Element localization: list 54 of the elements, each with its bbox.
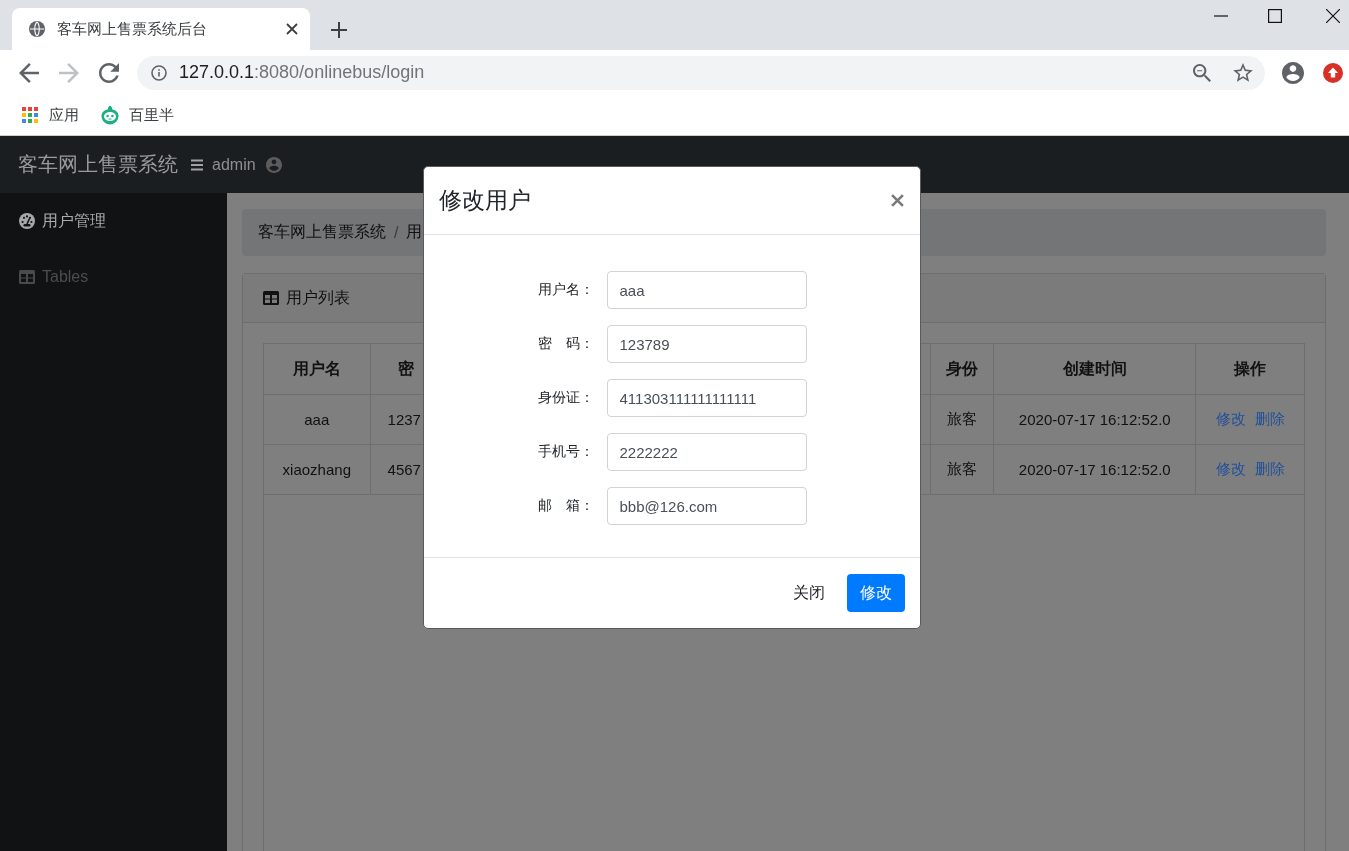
gauge-icon: [19, 213, 35, 229]
arrow-circle-icon[interactable]: [1323, 62, 1343, 83]
close-icon: [891, 194, 904, 207]
input-field[interactable]: bbb@126.com: [606, 487, 807, 525]
table-icon: [263, 291, 279, 305]
zoom-out-icon[interactable]: [1193, 63, 1211, 82]
field-label: 手机号：: [537, 443, 595, 461]
mascot-icon: [100, 105, 120, 125]
input-field[interactable]: 123789: [606, 325, 807, 363]
back-icon[interactable]: [19, 62, 39, 83]
breadcrumb-separator: /: [394, 223, 399, 242]
menu-icon[interactable]: [191, 158, 203, 171]
maximize-icon[interactable]: [1268, 9, 1282, 23]
card-title: 用户列表: [286, 287, 350, 308]
column-header: 操作: [1195, 343, 1304, 395]
info-icon[interactable]: [151, 64, 167, 81]
tab-close-icon[interactable]: [286, 23, 298, 35]
bookmark-button[interactable]: 应用: [22, 105, 79, 125]
field-label: 身份证：: [537, 389, 595, 407]
reload-icon[interactable]: [99, 62, 119, 83]
input-field[interactable]: aaa: [606, 271, 807, 309]
column-header: 创建时间: [993, 343, 1196, 395]
table-icon: [19, 269, 35, 285]
table-cell: 旅客: [930, 444, 994, 495]
breadcrumb-item[interactable]: 用: [406, 222, 423, 243]
table-cell: aaa: [264, 394, 371, 445]
field-label: 邮 箱：: [537, 497, 595, 515]
column-header: 身份: [930, 343, 994, 395]
profile-icon[interactable]: [1282, 61, 1304, 84]
input-field[interactable]: 2222222: [606, 433, 807, 471]
table-cell: 旅客: [930, 394, 994, 445]
submit-button[interactable]: 修改: [847, 574, 905, 612]
table-cell: 2020-07-17 16:12:52.0: [993, 444, 1196, 495]
column-header: 用户名: [264, 343, 371, 395]
breadcrumb-item[interactable]: 客车网上售票系统: [258, 222, 386, 243]
modal-title: 修改用户: [439, 186, 531, 215]
table-cell: xiaozhang: [264, 444, 371, 495]
sidebar-item[interactable]: 用户管理: [0, 193, 227, 249]
modal-close-button[interactable]: [891, 194, 904, 207]
star-icon[interactable]: [1233, 63, 1253, 82]
new-tab-icon[interactable]: [331, 22, 347, 38]
address-bar[interactable]: 127.0.0.1:8080/onlinebus/login: [137, 55, 1265, 90]
user-icon[interactable]: [265, 156, 282, 173]
bookmark-button[interactable]: 百里半: [100, 105, 174, 125]
table-cell: 2020-07-17 16:12:52.0: [993, 394, 1196, 445]
field-label: 用户名：: [537, 281, 595, 299]
user-name[interactable]: admin: [212, 155, 256, 174]
close-icon[interactable]: [1326, 9, 1340, 23]
field-label: 密 码：: [537, 335, 595, 353]
apps-grid-icon: [22, 107, 38, 123]
brand-title[interactable]: 客车网上售票系统: [18, 151, 178, 178]
input-field[interactable]: 411303111111111111: [606, 379, 807, 417]
browser-tab[interactable]: 客车网上售票系统后台: [12, 8, 310, 50]
globe-icon: [29, 21, 45, 37]
